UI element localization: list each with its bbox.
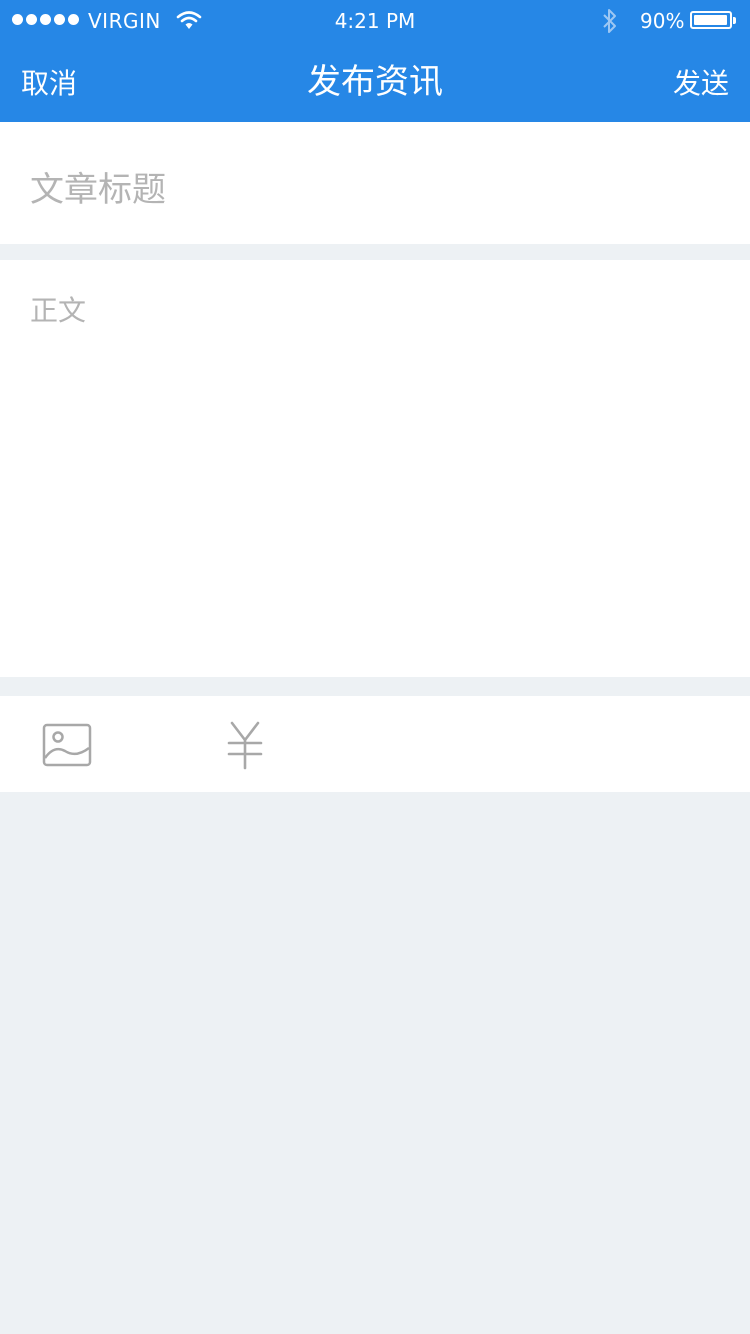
article-title-input[interactable]: 文章标题 [0, 122, 750, 244]
page-title: 发布资讯 [307, 62, 443, 102]
status-time: 4:21 PM [334, 9, 416, 33]
send-button[interactable]: 发送 [673, 62, 729, 102]
app-header: VIRGIN 4:21 PM 90% 取消 发布资讯 发送 [0, 0, 750, 122]
battery-icon [690, 11, 736, 29]
editor-toolbar [0, 696, 750, 792]
yen-icon[interactable] [217, 718, 273, 774]
bluetooth-icon [601, 7, 619, 40]
article-body-placeholder: 正文 [30, 294, 87, 327]
image-icon[interactable] [40, 718, 96, 774]
article-title-placeholder: 文章标题 [30, 170, 166, 210]
battery-percent: 90% [640, 9, 685, 33]
article-body-textarea[interactable]: 正文 [0, 260, 750, 677]
status-bar: VIRGIN 4:21 PM 90% [0, 0, 750, 42]
